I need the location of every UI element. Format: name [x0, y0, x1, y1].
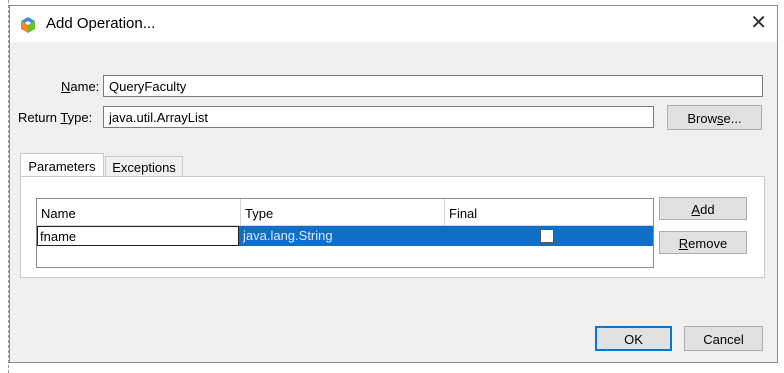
- column-header-type[interactable]: Type: [241, 199, 445, 226]
- netbeans-cube-icon: [21, 17, 35, 33]
- column-header-final[interactable]: Final: [445, 199, 653, 226]
- ok-button[interactable]: OK: [595, 326, 672, 351]
- tab-parameters[interactable]: Parameters: [20, 153, 104, 177]
- return-type-label-end: ype:: [67, 110, 93, 125]
- browse-label-start: Brow: [687, 111, 718, 126]
- return-type-label-mnemonic: T: [60, 110, 68, 125]
- column-header-name[interactable]: Name: [37, 199, 241, 226]
- return-type-field[interactable]: java.util.ArrayList: [103, 106, 654, 128]
- return-type-label-start: Return: [18, 110, 61, 125]
- close-icon[interactable]: ✕: [750, 11, 767, 35]
- browse-button[interactable]: Browse...: [667, 105, 762, 130]
- remove-button[interactable]: Remove: [659, 231, 747, 254]
- parameters-panel: Name Type Final fname java.lang.String A…: [20, 176, 765, 278]
- param-name-cell[interactable]: fname: [37, 226, 239, 246]
- name-label: Name:: [61, 79, 99, 94]
- dialog-title: Add Operation...: [46, 15, 156, 32]
- add-label-mnemonic: A: [691, 202, 701, 217]
- cancel-button[interactable]: Cancel: [684, 326, 763, 351]
- final-checkbox[interactable]: [540, 229, 554, 243]
- remove-label-rest: emove: [688, 236, 728, 251]
- return-type-label: Return Type:: [18, 110, 92, 125]
- browse-label-end: e...: [723, 111, 742, 126]
- left-gutter: [0, 0, 9, 373]
- add-button[interactable]: Add: [659, 197, 747, 220]
- tab-exceptions[interactable]: Exceptions: [105, 156, 183, 176]
- remove-label-mnemonic: R: [678, 236, 689, 251]
- name-label-mnemonic: N: [61, 79, 71, 94]
- add-label-rest: dd: [700, 202, 715, 217]
- table-row[interactable]: fname java.lang.String: [37, 226, 653, 246]
- name-label-rest: ame:: [70, 79, 100, 94]
- title-bar: Add Operation... ✕: [10, 6, 777, 42]
- name-field[interactable]: QueryFaculty: [103, 75, 763, 97]
- param-type-cell[interactable]: java.lang.String: [241, 226, 445, 246]
- add-operation-dialog: Add Operation... ✕ Name: QueryFaculty Re…: [9, 5, 778, 363]
- parameters-table: Name Type Final fname java.lang.String: [36, 198, 654, 268]
